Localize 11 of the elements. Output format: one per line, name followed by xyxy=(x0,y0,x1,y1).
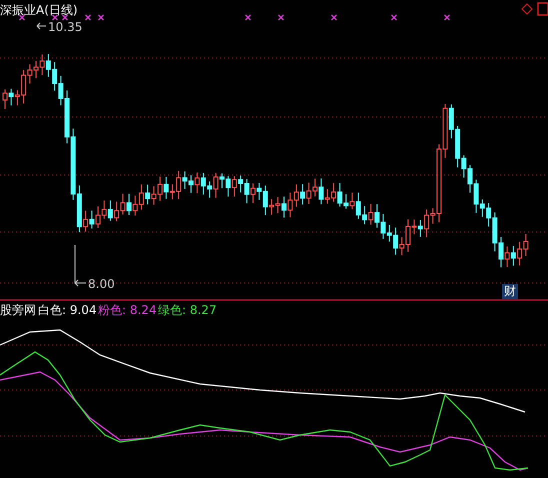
indicator-reading: 粉色: 8.24 xyxy=(98,303,157,317)
finance-badge[interactable]: 财 xyxy=(502,284,518,299)
indicator-name: 股旁网 xyxy=(0,303,36,317)
max-price-label: 10.35 xyxy=(48,20,82,34)
indicator-reading: 绿色: 8.27 xyxy=(158,303,217,317)
indicator-reading: 白色: 9.04 xyxy=(38,303,97,317)
min-price-label: 8.00 xyxy=(88,277,115,291)
leader-line xyxy=(36,22,46,30)
chart-title: 深振业A(日线) xyxy=(0,3,78,17)
diamond-icon[interactable] xyxy=(521,3,533,15)
leader-line xyxy=(74,244,86,286)
